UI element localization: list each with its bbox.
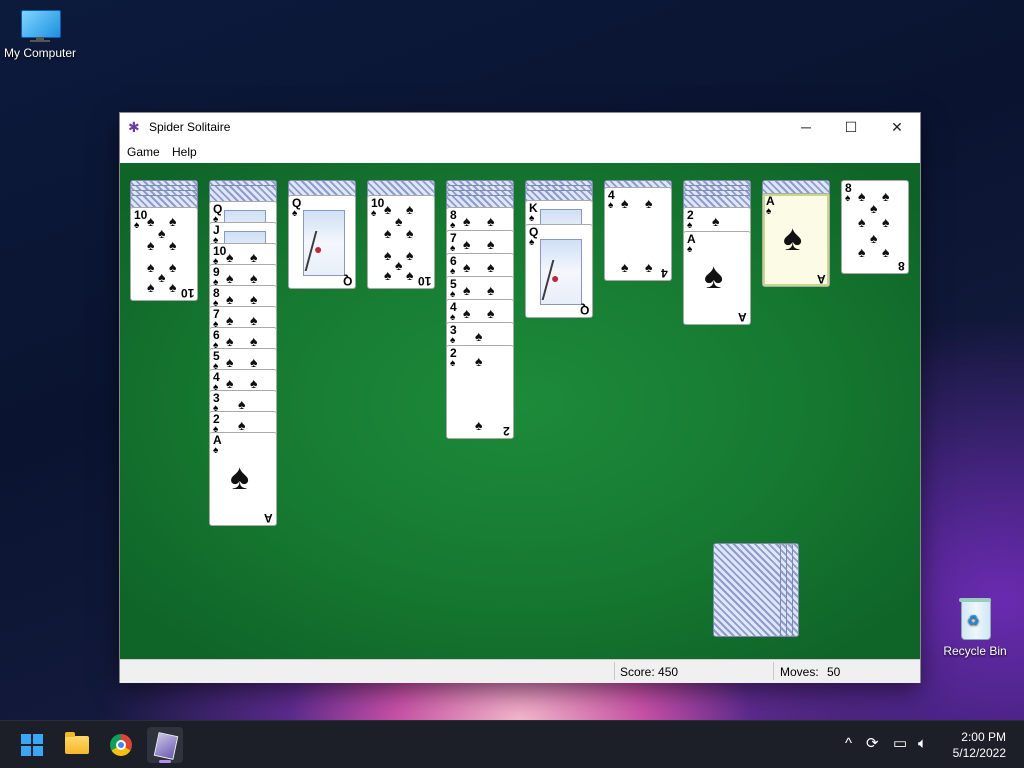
card-2-spades[interactable]: 2 ♠ ♠ ♠ 2 [446, 345, 514, 439]
maximize-button[interactable]: ☐ [828, 113, 874, 141]
desktop-icon-label: Recycle Bin [943, 644, 1007, 658]
active-indicator [159, 760, 171, 763]
file-explorer-button[interactable] [59, 727, 95, 763]
start-icon [21, 734, 43, 756]
menu-game[interactable]: Game [127, 145, 160, 159]
card-a-spades-selected[interactable]: A ♠ ♠ A [762, 193, 830, 287]
stock-card [713, 543, 781, 637]
clock-time[interactable]: 2:00 PM [950, 730, 1006, 744]
spider-solitaire-icon [153, 732, 179, 760]
chevron-up-icon[interactable]: ^ [845, 735, 852, 753]
card-4-spades[interactable]: 4 ♠ ♠ ♠ ♠ ♠ 4 [604, 187, 672, 281]
spider-solitaire-taskbar-button[interactable] [147, 727, 183, 763]
menu-help[interactable]: Help [172, 145, 197, 159]
recycle-bin-icon: ♻ [957, 596, 993, 640]
status-bar: Score: 450 Moves: 50 [120, 659, 920, 683]
clock-date[interactable]: 5/12/2022 [946, 746, 1006, 760]
start-button[interactable] [14, 727, 50, 763]
spider-icon: ✱ [128, 119, 140, 135]
card-10-spades[interactable]: 10 ♠ ♠ ♠ ♠ ♠ ♠ ♠ ♠ ♠ ♠ ♠ 10 [130, 207, 198, 301]
spider-solitaire-window: ✱ Spider Solitaire ─ ☐ ✕ Game Help 10 ♠ ♠… [120, 113, 920, 683]
card-q-spades[interactable]: Q ♠ ● Q [525, 224, 593, 318]
chrome-icon [110, 734, 132, 756]
minimize-button[interactable]: ─ [783, 113, 829, 141]
desktop-icon-my-computer[interactable]: My Computer [0, 8, 80, 60]
title-bar[interactable]: ✱ Spider Solitaire ─ ☐ ✕ [120, 113, 920, 141]
card-a-spades[interactable]: A ♠ ♠ A [683, 231, 751, 325]
desktop-icon-label: My Computer [3, 46, 77, 60]
card-10-spades[interactable]: 10 ♠ ♠ ♠ ♠ ♠ ♠ ♠ ♠ ♠ ♠ ♠ 10 [367, 195, 435, 289]
window-title: Spider Solitaire [149, 120, 231, 134]
sync-icon[interactable]: ⟳ [866, 735, 879, 753]
taskbar: ^ ⟳ ▭ 🔈︎ 2:00 PM 5/12/2022 [0, 720, 1024, 768]
card-q-spades[interactable]: Q ♠ ● Q [288, 195, 356, 289]
volume-icon[interactable]: 🔈︎ [918, 735, 927, 753]
desktop-icon-recycle-bin[interactable]: ♻ Recycle Bin [935, 596, 1015, 658]
game-table[interactable]: 10 ♠ ♠ ♠ ♠ ♠ ♠ ♠ ♠ ♠ ♠ ♠ 10 Q ♠ J ♠ 10 ♠ ♠ ♠ 9 ♠ ♠ ♠ … [120, 163, 920, 659]
menu-bar: Game Help [120, 141, 920, 163]
computer-icon [19, 8, 61, 42]
moves-label: Moves: [780, 665, 819, 679]
close-button[interactable]: ✕ [874, 113, 920, 141]
card-8-spades[interactable]: 8 ♠ ♠ ♠ ♠ ♠ ♠ ♠ ♠ ♠ 8 [841, 180, 909, 274]
moves-value: 50 [827, 665, 841, 679]
score-label: Score: 450 [620, 665, 679, 679]
chrome-button[interactable] [103, 727, 139, 763]
card-a-spades[interactable]: A ♠ ♠ A [209, 432, 277, 526]
file-explorer-icon [65, 732, 89, 754]
network-icon[interactable]: ▭ [893, 735, 907, 753]
